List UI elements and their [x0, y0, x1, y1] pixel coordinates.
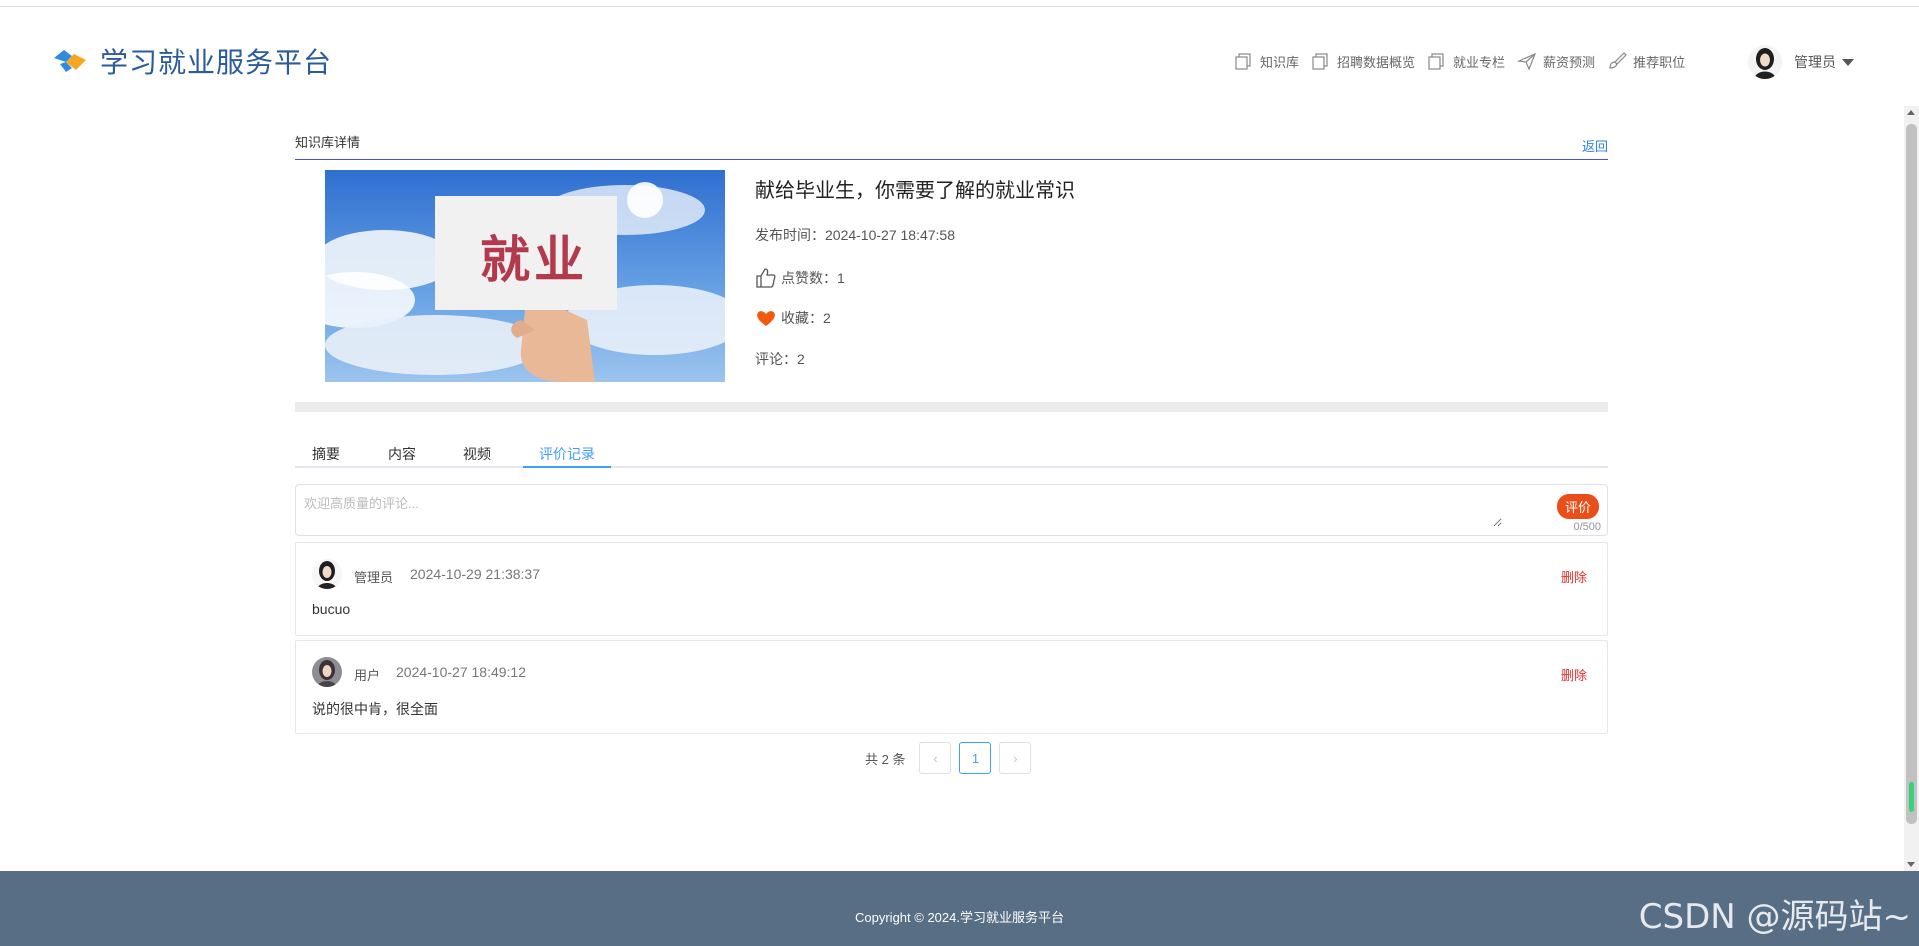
copy-icon: [1311, 51, 1331, 71]
active-tab-indicator: [523, 466, 611, 468]
comment-box: 评价 0/500: [295, 484, 1608, 536]
scroll-position-marker: [1909, 782, 1914, 812]
section-title: 知识库详情: [295, 135, 361, 150]
comment-text: 说的很中肯，很全面: [312, 701, 438, 717]
avatar: [1748, 45, 1782, 79]
user-name: 管理员: [1794, 54, 1836, 70]
tab-reviews[interactable]: 评价记录: [539, 444, 595, 464]
delete-comment-button[interactable]: 删除: [1561, 567, 1587, 586]
section-divider: [295, 402, 1608, 412]
site-footer: Copyright © 2024.学习就业服务平台 CSDN @源码站~: [0, 871, 1919, 946]
comments-label: 评论：: [755, 351, 797, 367]
window-top-border: [0, 0, 1919, 7]
publish-time-row: 发布时间： 2024-10-27 18:47:58: [755, 225, 1075, 245]
scroll-down-icon[interactable]: [1907, 862, 1915, 867]
article-title: 献给毕业生，你需要了解的就业常识: [755, 178, 1075, 202]
tab-content[interactable]: 内容: [388, 444, 416, 464]
delete-comment-button[interactable]: 删除: [1561, 665, 1587, 684]
article-cover-image: 就业: [325, 170, 725, 382]
handshake-icon: [52, 46, 88, 76]
site-header: 学习就业服务平台 知识库 招聘数据概览 就业专栏 薪资预测 推荐职位 管理员: [0, 7, 1919, 106]
comment-time: 2024-10-27 18:49:12: [396, 664, 526, 680]
tab-summary[interactable]: 摘要: [312, 444, 340, 464]
comment-text: bucuo: [312, 601, 351, 617]
site-logo[interactable]: 学习就业服务平台: [52, 41, 332, 81]
favorites-row[interactable]: 收藏： 2: [755, 307, 1075, 329]
pagination-total: 共 2 条: [865, 751, 906, 767]
comment-user: 用户: [354, 668, 381, 683]
detail-tabs: 摘要 内容 视频 评价记录: [295, 436, 1608, 468]
likes-count: 1: [837, 270, 845, 286]
avatar: [312, 657, 342, 687]
vertical-scrollbar[interactable]: [1904, 106, 1919, 871]
nav-item-salary-forecast[interactable]: 薪资预测: [1516, 51, 1596, 71]
thumbs-up-icon[interactable]: [755, 267, 777, 289]
article-detail: 就业 献给毕业生，你需要了解的就业常识 发布时间： 2024-10-27 18:…: [295, 160, 1608, 406]
nav-item-employment-column[interactable]: 就业专栏: [1427, 51, 1505, 71]
copyright-text: Copyright © 2024.学习就业服务平台: [855, 910, 1064, 925]
article-info: 献给毕业生，你需要了解的就业常识 发布时间： 2024-10-27 18:47:…: [755, 174, 1075, 369]
nav-item-label: 推荐职位: [1633, 54, 1686, 70]
scroll-up-icon[interactable]: [1907, 110, 1915, 115]
comments-row: 评论： 2: [755, 349, 1075, 369]
nav-item-recommended-jobs[interactable]: 推荐职位: [1607, 51, 1685, 71]
nav-item-knowledge[interactable]: 知识库: [1234, 51, 1299, 71]
tab-video[interactable]: 视频: [463, 444, 491, 464]
caret-down-icon: [1842, 58, 1854, 66]
pagination: 共 2 条 ‹ 1 ›: [865, 742, 1039, 774]
favorites-label: 收藏：: [781, 310, 823, 326]
favorites-count: 2: [823, 310, 831, 326]
section-header: 知识库详情 返回: [295, 120, 1608, 160]
copy-icon: [1234, 51, 1254, 71]
next-page-button[interactable]: ›: [999, 742, 1032, 774]
likes-row[interactable]: 点赞数： 1: [755, 267, 1075, 289]
watermark-text: CSDN @源码站~: [1638, 897, 1911, 937]
page-1-button[interactable]: 1: [959, 742, 992, 774]
avatar: [312, 559, 342, 589]
heart-icon[interactable]: [755, 307, 777, 329]
prev-page-button[interactable]: ‹: [919, 742, 952, 774]
nav-item-recruit-data[interactable]: 招聘数据概览: [1311, 51, 1415, 71]
scrollbar-thumb[interactable]: [1906, 124, 1917, 824]
likes-label: 点赞数：: [781, 270, 837, 286]
nav-item-label: 知识库: [1260, 54, 1300, 70]
comment-time: 2024-10-29 21:38:37: [410, 566, 540, 582]
nav-item-label: 就业专栏: [1453, 54, 1506, 70]
publish-time: 2024-10-27 18:47:58: [825, 227, 955, 243]
back-link[interactable]: 返回: [1582, 136, 1608, 155]
site-title: 学习就业服务平台: [100, 46, 333, 79]
paper-plane-icon: [1516, 51, 1537, 71]
comment-user: 管理员: [354, 570, 394, 585]
comment-item: 用户 2024-10-27 18:49:12 说的很中肯，很全面 删除: [295, 640, 1608, 734]
main-content: 知识库详情 返回 就业 献给毕业生，你需要了解的就业常识 发布时间： 2024-…: [295, 120, 1608, 774]
brush-icon: [1607, 51, 1627, 71]
nav-item-label: 薪资预测: [1543, 54, 1596, 70]
nav-item-label: 招聘数据概览: [1337, 54, 1416, 70]
comment-item: 管理员 2024-10-29 21:38:37 bucuo 删除: [295, 542, 1608, 636]
cover-text: 就业: [480, 231, 588, 289]
comment-input[interactable]: [302, 491, 1502, 527]
publish-label: 发布时间：: [755, 227, 825, 243]
submit-review-button[interactable]: 评价: [1556, 494, 1599, 519]
char-counter: 0/500: [1573, 521, 1601, 533]
copy-icon: [1427, 51, 1447, 71]
main-nav: 知识库 招聘数据概览 就业专栏 薪资预测 推荐职位: [1234, 51, 1697, 71]
user-menu[interactable]: 管理员: [1748, 45, 1854, 79]
comments-count: 2: [797, 351, 805, 367]
